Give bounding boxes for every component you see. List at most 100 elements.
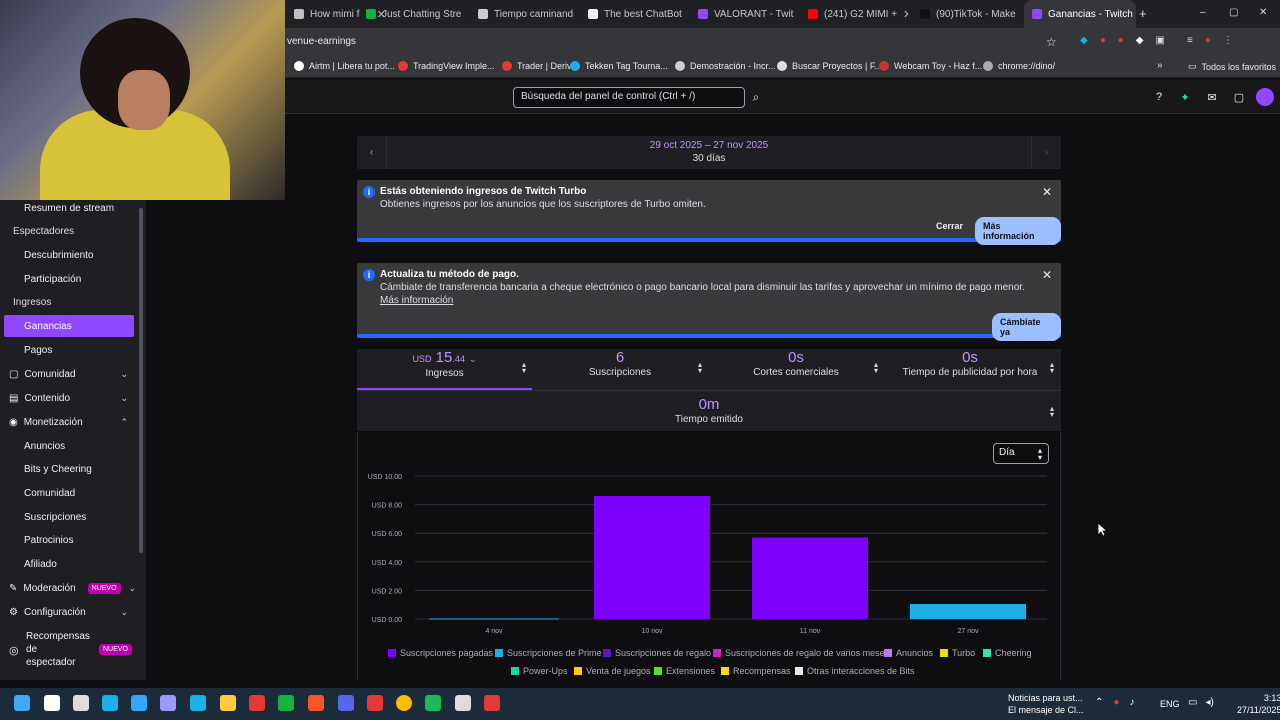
extension-icon[interactable]: ◆: [1136, 35, 1144, 46]
sidebar-item[interactable]: Resumen de stream: [0, 197, 146, 219]
news-widget[interactable]: Noticias para ust... El mensaje de Cl...: [1008, 692, 1084, 716]
deriv-icon[interactable]: [249, 695, 265, 711]
bookmark-item[interactable]: Webcam Toy - Haz f...: [879, 61, 982, 71]
sort-icon[interactable]: ▴ ▾: [874, 361, 878, 375]
legend-item[interactable]: Recompensas: [721, 666, 791, 676]
brave-icon[interactable]: [308, 695, 324, 711]
legend-item[interactable]: Suscripciones de Prime: [495, 648, 602, 658]
close-icon[interactable]: ✕: [1042, 268, 1052, 282]
browser-tab[interactable]: Tiempo caminand✕: [470, 0, 578, 28]
stat-broadcast-time[interactable]: 0m Tiempo emitido: [357, 396, 1061, 436]
explorer-icon[interactable]: [220, 695, 236, 711]
crown-icon[interactable]: ✦: [1178, 91, 1192, 105]
game-icon[interactable]: [73, 695, 89, 711]
chevron-down-icon[interactable]: ⌄: [120, 393, 128, 404]
whispers-icon[interactable]: ▢: [1232, 91, 1246, 105]
bookmark-item[interactable]: Trader | Deriv: [502, 61, 572, 71]
browser-tab[interactable]: VALORANT - Twit✕: [690, 0, 798, 28]
discord-icon[interactable]: [338, 695, 354, 711]
bar-suscripciones-pagadas[interactable]: [594, 496, 710, 619]
xbox-icon[interactable]: [278, 695, 294, 711]
chevron-down-icon[interactable]: ⌄: [120, 369, 128, 380]
system-tray-icons[interactable]: ▭ ◂): [1188, 697, 1214, 708]
legend-item[interactable]: Power-Ups: [511, 666, 568, 676]
bar-suscripciones-pagadas[interactable]: [752, 537, 868, 619]
new-tab-button[interactable]: +: [1139, 6, 1147, 21]
premiere-icon[interactable]: [160, 695, 176, 711]
legend-item[interactable]: Cheering: [983, 648, 1032, 658]
network-icon[interactable]: ▭: [1188, 697, 1197, 708]
puzzle-icon[interactable]: ▣: [1156, 35, 1165, 46]
photoshop-icon[interactable]: [131, 695, 147, 711]
profile-icon[interactable]: ●: [1205, 35, 1211, 46]
dashboard-search-input[interactable]: Búsqueda del panel de control (Ctrl + /): [513, 87, 745, 108]
legend-item[interactable]: Suscripciones de regalo: [603, 648, 711, 658]
help-icon[interactable]: ?: [1152, 91, 1166, 105]
opera-icon[interactable]: [367, 695, 383, 711]
stat-income[interactable]: USD 15.44 ⌄ Ingresos: [357, 349, 532, 389]
stat-ad-breaks[interactable]: 0s Cortes comerciales: [708, 349, 884, 389]
bookmark-item[interactable]: Buscar Proyectos | F...: [777, 61, 882, 71]
chrome-icon[interactable]: [396, 695, 412, 711]
chevron-down-icon[interactable]: ⌄: [120, 607, 128, 618]
chevron-up-icon[interactable]: ⌃: [120, 417, 128, 428]
sort-icon[interactable]: ▴ ▾: [698, 361, 702, 375]
stat-ad-time[interactable]: 0s Tiempo de publicidad por hora: [884, 349, 1056, 389]
minimize-icon[interactable]: –: [1200, 7, 1206, 18]
browser-tab[interactable]: The best ChatBot✕: [580, 0, 688, 28]
bar-suscripciones-de-prime[interactable]: [910, 603, 1026, 619]
bookmark-item[interactable]: chrome://dino/: [983, 61, 1055, 71]
tray-icons[interactable]: ⌃ ● ♪: [1095, 697, 1134, 708]
sidebar-item[interactable]: ✎ Moderación NUEVO ⌄: [0, 577, 146, 599]
browser-tab[interactable]: Just Chatting Stre✕: [358, 0, 466, 28]
sidebar-item[interactable]: ◉ Monetización ⌃: [0, 411, 146, 433]
browser-tab[interactable]: Ganancias - Twitch✕: [1024, 0, 1136, 28]
sidebar-item[interactable]: Ganancias: [4, 315, 134, 337]
system-clock[interactable]: 3:13 27/11/2025: [1237, 692, 1280, 716]
legend-item[interactable]: Anuncios: [884, 648, 933, 658]
menu-icon[interactable]: ≡: [1187, 35, 1193, 46]
kebab-icon[interactable]: ⋮: [1223, 35, 1233, 46]
search-icon[interactable]: ⌕: [746, 87, 766, 108]
edge-icon[interactable]: [102, 695, 118, 711]
close-window-icon[interactable]: ✕: [1259, 7, 1267, 18]
all-bookmarks[interactable]: ▭ Todos los favoritos: [1188, 61, 1276, 72]
maximize-icon[interactable]: ▢: [1229, 7, 1238, 18]
bookmark-item[interactable]: Airtm | Libera tu pot...: [294, 61, 395, 71]
sidebar-item[interactable]: Afiliado: [0, 553, 146, 575]
extension-icons[interactable]: ◆ ● ● ◆ ▣ ≡ ● ⋮: [1080, 35, 1233, 46]
star-icon[interactable]: ☆: [1046, 35, 1057, 49]
app-tray-icon[interactable]: ●: [1113, 697, 1119, 708]
sort-icon[interactable]: ▴ ▾: [522, 361, 526, 375]
url-text[interactable]: venue-earnings: [287, 36, 356, 47]
chevron-right-icon[interactable]: ›: [1031, 136, 1061, 169]
stat-subscriptions[interactable]: 6 Suscripciones: [532, 349, 708, 389]
bookmark-item[interactable]: TradingView Imple...: [398, 61, 495, 71]
start-icon[interactable]: [14, 695, 30, 711]
extension-icon[interactable]: ●: [1100, 35, 1106, 46]
sidebar-item[interactable]: Anuncios: [0, 435, 146, 457]
legend-item[interactable]: Otras interacciones de Bits: [795, 666, 915, 676]
store-icon[interactable]: [190, 695, 206, 711]
sort-icon[interactable]: ▴ ▾: [1050, 361, 1054, 375]
more-info-link[interactable]: Más información: [380, 295, 453, 306]
switch-now-button[interactable]: Cámbiate ya: [992, 313, 1061, 341]
sidebar-item[interactable]: ⚙ Configuración ⌄: [0, 601, 146, 623]
avatar[interactable]: [1256, 88, 1274, 106]
chevron-down-icon[interactable]: ⌄: [128, 583, 136, 594]
legend-item[interactable]: Extensiones: [654, 666, 715, 676]
extension-icon[interactable]: ●: [1118, 35, 1124, 46]
inbox-icon[interactable]: ✉: [1205, 91, 1219, 105]
github-icon[interactable]: [455, 695, 471, 711]
chevron-down-icon[interactable]: ⌄: [469, 354, 477, 364]
language-indicator[interactable]: ENG: [1160, 699, 1180, 709]
close-tab-icon[interactable]: ✕: [903, 8, 908, 21]
bookmark-item[interactable]: Demostración - Incr...: [675, 61, 776, 71]
legend-item[interactable]: Turbo: [940, 648, 975, 658]
sidebar-item[interactable]: ▢ Comunidad ⌄: [0, 363, 146, 385]
browser-tab[interactable]: (90)TikTok - Make✕: [912, 0, 1020, 28]
browser-tab[interactable]: (241) G2 MIMI + ✕: [800, 0, 908, 28]
search-icon[interactable]: [44, 695, 60, 711]
date-range-label[interactable]: 29 oct 2025 – 27 nov 2025 30 días: [387, 139, 1031, 165]
bookmark-item[interactable]: Tekken Tag Tourna...: [570, 61, 668, 71]
